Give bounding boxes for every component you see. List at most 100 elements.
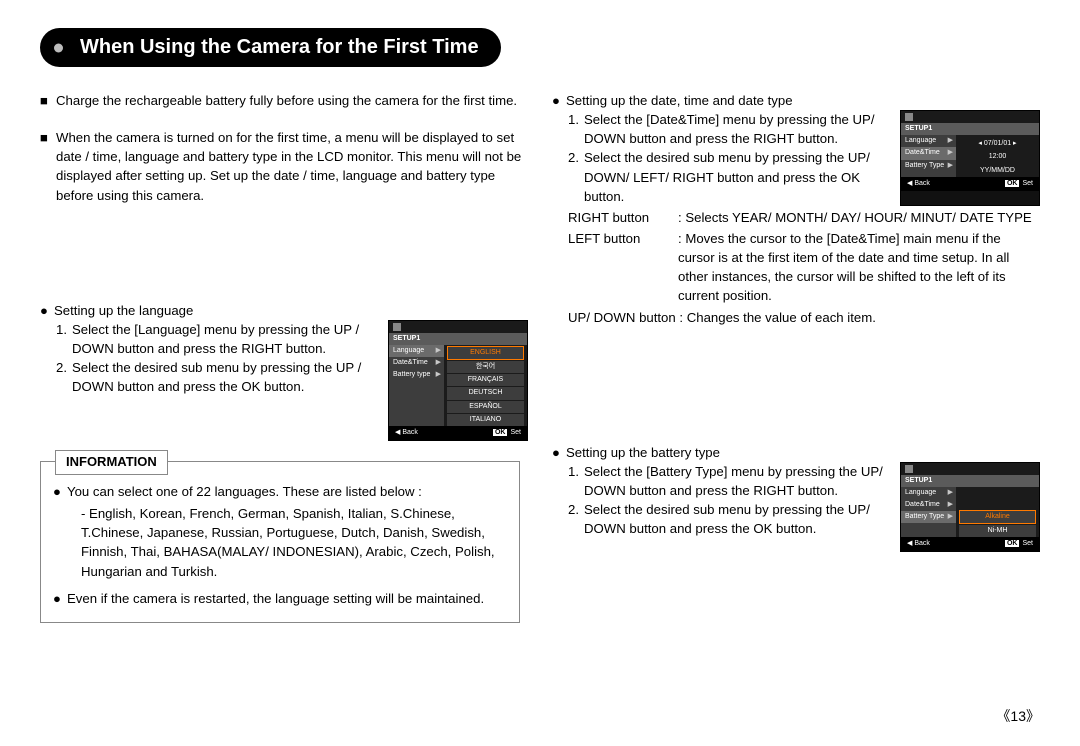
lcd-opt-english: ENGLISH <box>447 346 523 360</box>
page-title: When Using the Camera for the First Time <box>40 28 501 67</box>
chevron-right-icon: ▶ <box>948 488 953 498</box>
chevron-right-icon: ▶ <box>436 358 441 368</box>
wrench-icon <box>905 465 913 473</box>
lcd-datetime-row: Date&Time <box>905 148 940 158</box>
chevron-right-icon: ▶ <box>948 148 953 158</box>
lcd-setup-label: SETUP1 <box>389 333 527 345</box>
information-header: INFORMATION <box>55 450 168 475</box>
lang-step-2: 2. Select the desired sub menu by pressi… <box>56 358 382 396</box>
lcd-back: Back <box>914 180 930 187</box>
lcd-back: Back <box>914 540 930 547</box>
lcd-date-format: YY/MM/DD <box>959 165 1035 177</box>
lcd-datetime-row: Date&Time <box>905 500 940 510</box>
num-1: 1. <box>568 110 584 148</box>
lcd-left-menu: Language ▶ Date&Time ▶ Battery Type ▶ <box>901 487 956 537</box>
lang-section: ● Setting up the language <box>40 301 528 320</box>
lcd-language-row: Language <box>905 488 936 498</box>
dot-bullet: ● <box>552 91 566 110</box>
battery-heading: Setting up the battery type <box>566 443 1040 462</box>
lang-heading: Setting up the language <box>54 301 528 320</box>
lcd-opt-alkaline: Alkaline <box>959 510 1035 524</box>
dt-step-2: 2. Select the desired sub menu by pressi… <box>568 148 894 205</box>
lcd-set: Set <box>1022 180 1033 187</box>
dot-bullet: ● <box>53 589 67 608</box>
lcd-opt-french: FRANÇAIS <box>447 374 523 386</box>
chevron-right-icon: ▶ <box>948 161 953 171</box>
lcd-battery-row: Battery Type <box>905 512 944 522</box>
lcd-ok: OK <box>493 429 508 436</box>
intro-item-1: ■ Charge the rechargeable battery fully … <box>40 91 528 110</box>
datetime-heading: Setting up the date, time and date type <box>566 91 1040 110</box>
info-item-1: ● You can select one of 22 languages. Th… <box>53 482 507 581</box>
right-button-label: RIGHT button <box>568 208 678 227</box>
lcd-opt-korean: 한국어 <box>447 361 523 373</box>
lcd-right-options: Alkaline Ni-MH <box>956 487 1039 537</box>
info-languages-list: - English, Korean, French, German, Spani… <box>67 504 507 581</box>
dt-step-1: 1. Select the [Date&Time] menu by pressi… <box>568 110 894 148</box>
info-text-2: Even if the camera is restarted, the lan… <box>67 589 507 608</box>
chevron-right-icon: ▶ <box>436 346 441 356</box>
lcd-setup-label: SETUP1 <box>901 475 1039 487</box>
lcd-opt-spanish: ESPAÑOL <box>447 401 523 413</box>
chevron-right-icon: ▶ <box>948 500 953 510</box>
lcd-set: Set <box>510 429 521 436</box>
wrench-icon <box>393 323 401 331</box>
lang-body-wrap: 1. Select the [Language] menu by pressin… <box>40 320 528 441</box>
lcd-right-options: ENGLISH 한국어 FRANÇAIS DEUTSCH ESPAÑOL ITA… <box>444 345 527 426</box>
dot-bullet: ● <box>53 482 67 581</box>
intro-text-2: When the camera is turned on for the fir… <box>56 128 528 205</box>
battery-body-wrap: 1. Select the [Battery Type] menu by pre… <box>552 462 1040 553</box>
lcd-time: 12:00 <box>959 151 1035 163</box>
num-2: 2. <box>56 358 72 396</box>
info-text-1: You can select one of 22 languages. Thes… <box>67 484 422 499</box>
dot-bullet: ● <box>40 301 54 320</box>
lcd-opt-italian: ITALIANO <box>447 414 523 426</box>
lcd-language-figure: SETUP1 Language ▶ Date&Time ▶ Battery type… <box>388 320 528 441</box>
lcd-left-menu: Language▶ Date&Time▶ Battery type▶ <box>389 345 444 426</box>
dot-bullet: ● <box>552 443 566 462</box>
lang-steps: 1. Select the [Language] menu by pressin… <box>40 320 382 441</box>
battery-steps: 1. Select the [Battery Type] menu by pre… <box>552 462 894 553</box>
lcd-setup-label: SETUP1 <box>901 123 1039 135</box>
num-2: 2. <box>568 500 584 538</box>
datetime-body-wrap: 1. Select the [Date&Time] menu by pressi… <box>552 110 1040 206</box>
lcd-datetime-row: Date&Time <box>393 358 428 368</box>
lcd-battery-row: Battery type <box>393 370 430 380</box>
lang-step1-text: Select the [Language] menu by pressing t… <box>72 320 382 358</box>
updown-button-desc: UP/ DOWN button : Changes the value of e… <box>568 308 1040 327</box>
information-box: INFORMATION ● You can select one of 22 l… <box>40 461 520 623</box>
datetime-steps: 1. Select the [Date&Time] menu by pressi… <box>552 110 894 206</box>
square-bullet: ■ <box>40 91 56 110</box>
bt-step-1: 1. Select the [Battery Type] menu by pre… <box>568 462 894 500</box>
lcd-battery-row: Battery Type <box>905 161 944 171</box>
wrench-icon <box>905 113 913 121</box>
intro-text-1: Charge the rechargeable battery fully be… <box>56 91 528 110</box>
lcd-ok: OK <box>1005 540 1020 547</box>
right-button-desc: : Selects YEAR/ MONTH/ DAY/ HOUR/ MINUT/… <box>678 208 1040 227</box>
info-item-2: ● Even if the camera is restarted, the l… <box>53 589 507 608</box>
bt-step-2: 2. Select the desired sub menu by pressi… <box>568 500 894 538</box>
chevron-right-icon: ▶ <box>948 136 953 146</box>
datetime-section: ● Setting up the date, time and date typ… <box>552 91 1040 110</box>
intro-item-2: ■ When the camera is turned on for the f… <box>40 128 528 205</box>
title-text: When Using the Camera for the First Time <box>80 36 479 58</box>
left-button-desc: : Moves the cursor to the [Date&Time] ma… <box>678 229 1040 306</box>
right-column: ● Setting up the date, time and date typ… <box>552 85 1040 623</box>
datetime-button-notes: RIGHT button : Selects YEAR/ MONTH/ DAY/… <box>552 208 1040 327</box>
lcd-opt-german: DEUTSCH <box>447 387 523 399</box>
lcd-language-row: Language <box>393 346 424 356</box>
lcd-footer: ◀ Back OKSet <box>389 426 527 440</box>
lcd-right-values: ◂ 07/01/01 ▸ 12:00 YY/MM/DD <box>956 135 1039 176</box>
num-1: 1. <box>56 320 72 358</box>
lcd-ok: OK <box>1005 180 1020 187</box>
num-1: 1. <box>568 462 584 500</box>
lcd-footer: ◀ Back OKSet <box>901 177 1039 191</box>
left-button-line: LEFT button : Moves the cursor to the [D… <box>568 229 1040 306</box>
lcd-battery-figure: SETUP1 Language ▶ Date&Time ▶ Battery Type… <box>900 462 1040 553</box>
lang-step2-text: Select the desired sub menu by pressing … <box>72 358 382 396</box>
bt-step2-text: Select the desired sub menu by pressing … <box>584 500 894 538</box>
page-number: 《13》 <box>996 706 1040 726</box>
chevron-right-icon: ▶ <box>948 512 953 522</box>
left-button-label: LEFT button <box>568 229 678 306</box>
content-columns: ■ Charge the rechargeable battery fully … <box>40 85 1040 623</box>
